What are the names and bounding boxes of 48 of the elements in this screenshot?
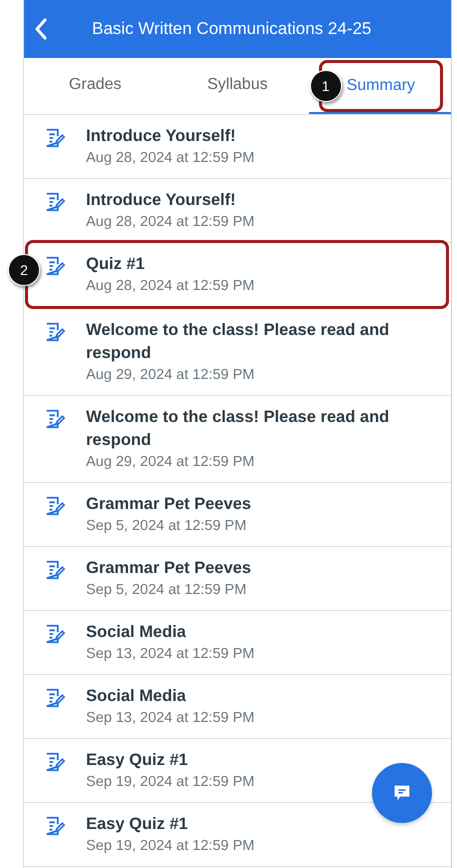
- quiz-icon: [44, 623, 66, 645]
- item-title: Social Media: [86, 622, 187, 643]
- quiz-icon: [44, 751, 66, 773]
- item-title: Grammar Pet Peeves: [86, 558, 252, 579]
- chat-button[interactable]: [372, 763, 432, 823]
- tab[interactable]: Syllabus: [166, 58, 309, 112]
- back-icon[interactable]: [34, 17, 48, 41]
- item-date: Aug 29, 2024 at 12:59 PM: [86, 453, 256, 472]
- item-date: Aug 28, 2024 at 12:59 PM: [86, 277, 254, 296]
- item-title: Introduce Yourself!: [86, 190, 237, 211]
- quiz-icon: [44, 191, 66, 213]
- assignment-item[interactable]: Introduce Yourself! Aug 28, 2024 at 12:59 PM: [24, 179, 451, 243]
- quiz-icon: [44, 127, 66, 149]
- item-title: Grammar Pet Peeves: [86, 494, 252, 515]
- item-title: Quiz #1: [86, 254, 146, 275]
- quiz-icon: [44, 495, 66, 517]
- item-title: Introduce Yourself!: [86, 126, 237, 147]
- item-date: Aug 29, 2024 at 12:59 PM: [86, 366, 256, 385]
- quiz-icon: [44, 321, 66, 343]
- quiz-icon: [44, 559, 66, 581]
- item-title: Welcome to the class! Please read and respond: [86, 320, 390, 364]
- step-number-badge: 1: [310, 70, 342, 102]
- quiz-icon: [44, 687, 66, 709]
- quiz-icon: [44, 408, 66, 430]
- item-date: Sep 13, 2024 at 12:59 PM: [86, 709, 254, 728]
- tab[interactable]: Grades: [24, 58, 166, 112]
- item-title: Easy Quiz #1: [86, 814, 189, 835]
- item-date: Sep 13, 2024 at 12:59 PM: [86, 645, 254, 664]
- item-date: Aug 28, 2024 at 12:59 PM: [86, 149, 254, 168]
- assignment-item[interactable]: Social Media Sep 13, 2024 at 12:59 PM: [24, 611, 451, 675]
- assignment-item[interactable]: Grammar Pet Peeves Sep 5, 2024 at 12:59 PM: [24, 483, 451, 547]
- assignment-item[interactable]: Introduce Yourself! Aug 28, 2024 at 12:59 PM: [24, 115, 451, 179]
- item-date: Aug 28, 2024 at 12:59 PM: [86, 213, 254, 232]
- course-title: Basic Written Communications 24-25: [92, 19, 372, 39]
- step-number-badge: 2: [8, 254, 40, 286]
- item-date: Sep 19, 2024 at 12:59 PM: [86, 773, 254, 792]
- item-title: Social Media: [86, 686, 187, 707]
- assignment-item[interactable]: Social Media Sep 13, 2024 at 12:59 PM: [24, 675, 451, 739]
- item-title: Easy Quiz #1: [86, 750, 189, 771]
- item-date: Sep 5, 2024 at 12:59 PM: [86, 517, 248, 536]
- item-date: Sep 19, 2024 at 12:59 PM: [86, 837, 254, 856]
- item-title: Welcome to the class! Please read and respond: [86, 407, 390, 451]
- item-date: Sep 5, 2024 at 12:59 PM: [86, 581, 248, 600]
- assignment-item[interactable]: Welcome to the class! Please read and respond Aug 29, 2024 at 12:59 PM: [24, 309, 451, 396]
- quiz-icon: [44, 815, 66, 837]
- quiz-icon: [44, 255, 66, 277]
- assignment-item[interactable]: Welcome to the class! Please read and respond Aug 29, 2024 at 12:59 PM: [24, 396, 451, 483]
- assignment-item[interactable]: Grammar Pet Peeves Sep 5, 2024 at 12:59 PM: [24, 547, 451, 611]
